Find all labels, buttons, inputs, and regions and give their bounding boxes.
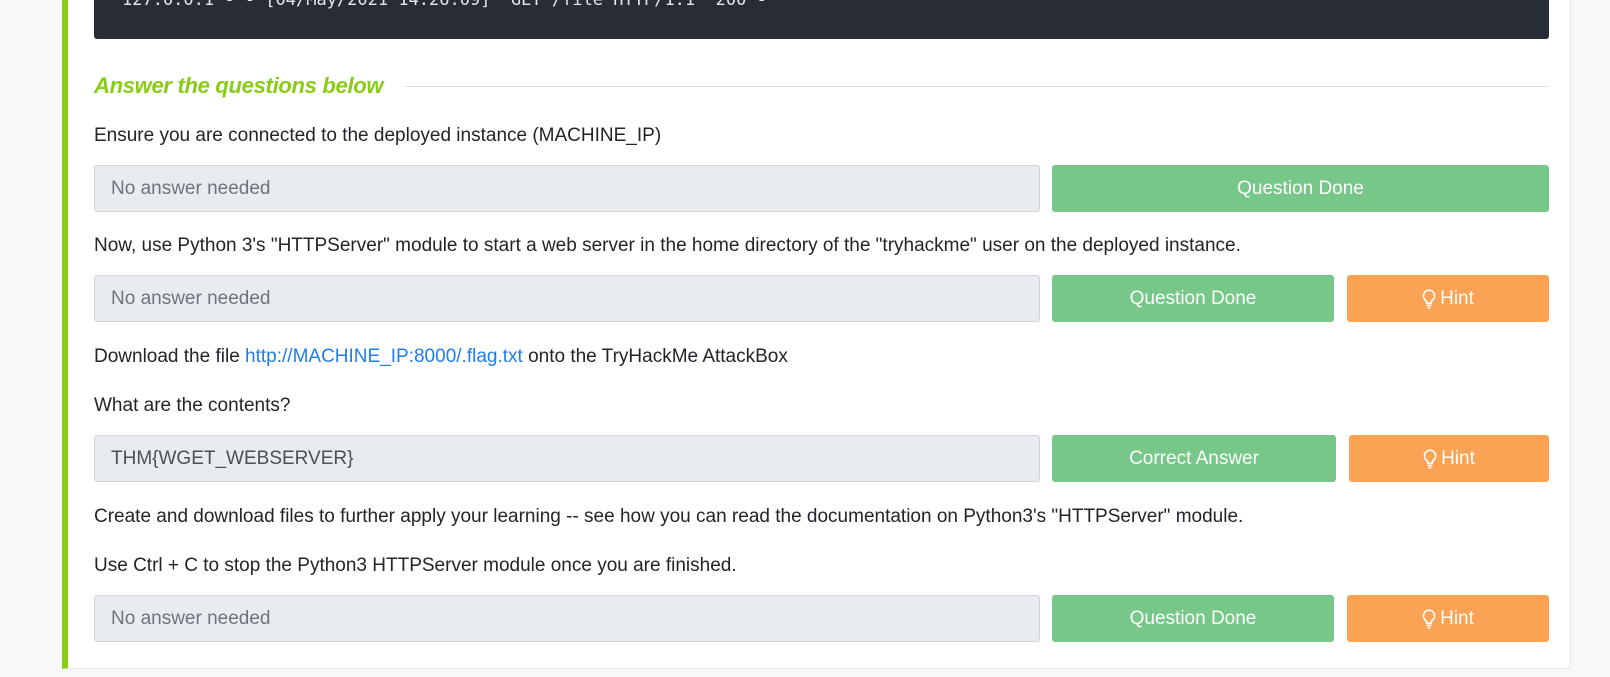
question-2-hint-button[interactable]: Hint: [1347, 275, 1549, 322]
question-2-done-button[interactable]: Question Done: [1052, 275, 1334, 322]
question-4-done-button[interactable]: Question Done: [1052, 595, 1334, 642]
question-3-correct-answer-button[interactable]: Correct Answer: [1052, 435, 1336, 482]
question-4-subtext: Use Ctrl + C to stop the Python3 HTTPSer…: [94, 555, 737, 576]
question-1-done-button[interactable]: Question Done: [1052, 165, 1549, 212]
question-4-text: Create and download files to further app…: [94, 506, 1244, 527]
section-title: Answer the questions below: [94, 73, 384, 98]
question-3-hint-button[interactable]: Hint: [1349, 435, 1549, 482]
question-3-subtext: What are the contents?: [94, 395, 291, 416]
hint-label: Hint: [1440, 607, 1474, 629]
hint-label: Hint: [1440, 287, 1474, 309]
question-2-answer-field[interactable]: No answer needed: [94, 275, 1040, 322]
answer-section-heading: Answer the questions below: [94, 70, 1549, 102]
question-3-text-before: Download the file: [94, 346, 246, 367]
question-3-answer-field[interactable]: THM{WGET_WEBSERVER}: [94, 435, 1040, 482]
question-3-text-after: onto the TryHackMe AttackBox: [522, 346, 788, 367]
question-4-hint-button[interactable]: Hint: [1347, 595, 1549, 642]
question-3-text: Download the file http://MACHINE_IP:8000…: [94, 345, 788, 369]
question-1-answer-field[interactable]: No answer needed: [94, 165, 1040, 212]
question-2-text: Now, use Python 3's "HTTPServer" module …: [94, 235, 1241, 256]
flag-file-link[interactable]: http://MACHINE_IP:8000/.flag.txt: [245, 346, 523, 367]
lightbulb-icon: [1423, 448, 1437, 469]
question-1-text: Ensure you are connected to the deployed…: [94, 125, 662, 146]
terminal-output: 127.0.0.1 - - [04/May/2021 14:26:09] "GE…: [94, 0, 1549, 39]
lightbulb-icon: [1422, 288, 1436, 309]
terminal-line: 127.0.0.1 - - [04/May/2021 14:26:09] "GE…: [122, 0, 767, 10]
hint-label: Hint: [1441, 447, 1475, 469]
section-divider: [405, 85, 1549, 87]
question-4-answer-field[interactable]: No answer needed: [94, 595, 1040, 642]
lightbulb-icon: [1422, 608, 1436, 629]
